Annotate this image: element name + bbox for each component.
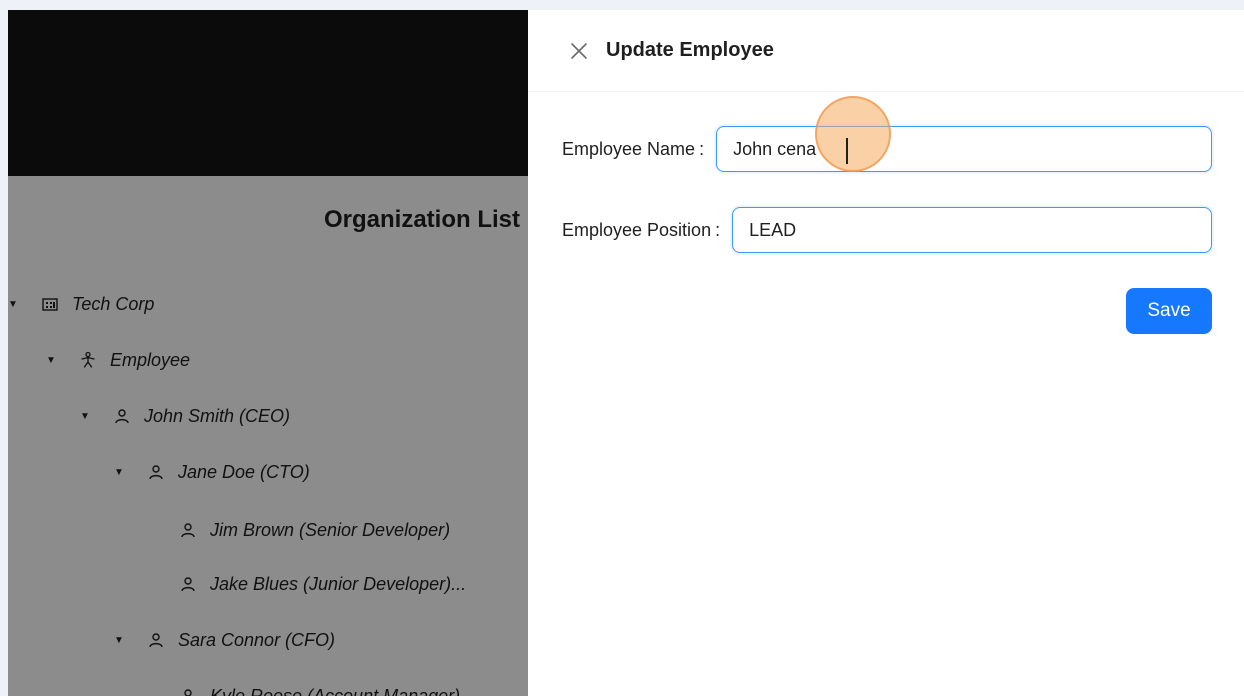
drawer-header: Update Employee xyxy=(528,10,1244,92)
employee-position-label: Employee Position xyxy=(562,219,712,240)
close-button[interactable] xyxy=(568,40,590,62)
drawer-mask[interactable] xyxy=(8,10,528,696)
app-background: Organization List ▼ Tech Corp ▼ Employee ▼ Jo… xyxy=(8,10,528,696)
employee-position-colon: : xyxy=(715,219,721,240)
employee-position-input[interactable] xyxy=(732,207,1212,253)
save-button[interactable]: Save xyxy=(1126,288,1212,334)
employee-name-label: Employee Name xyxy=(562,138,696,159)
employee-form: Employee Name : Employee Position : Save xyxy=(528,92,1244,334)
form-actions: Save xyxy=(562,288,1212,334)
close-icon xyxy=(571,42,587,59)
employee-name-colon: : xyxy=(699,138,705,159)
employee-name-input[interactable] xyxy=(716,126,1212,172)
update-employee-drawer: Update Employee Employee Name : Employee… xyxy=(528,10,1244,696)
employee-name-row: Employee Name : xyxy=(562,126,1212,172)
employee-position-row: Employee Position : xyxy=(562,207,1212,253)
text-cursor xyxy=(846,138,848,164)
drawer-title: Update Employee xyxy=(606,39,774,61)
